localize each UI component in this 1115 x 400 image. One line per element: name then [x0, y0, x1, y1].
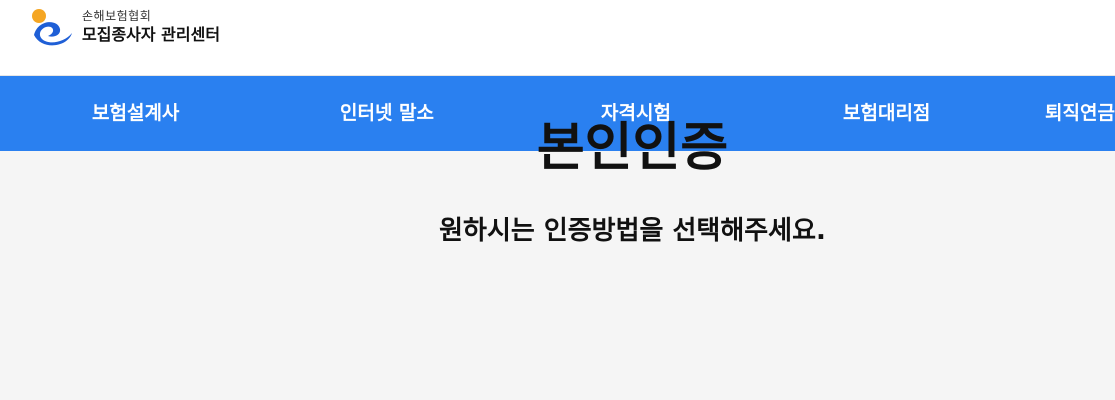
page-title: 본인인증: [536, 118, 729, 178]
logo-text: 손해보험협회 모집종사자 관리센터: [82, 8, 221, 44]
page-subtitle: 원하시는 인증방법을 선택해주세요.: [439, 216, 826, 246]
main-content: [0, 151, 1115, 400]
logo-center-name: 모집종사자 관리센터: [82, 24, 221, 44]
site-logo[interactable]: 손해보험협회 모집종사자 관리센터: [28, 4, 220, 50]
insurance-association-logo-icon: [32, 9, 72, 46]
site-header: 손해보험협회 모집종사자 관리센터: [0, 0, 1115, 76]
logo-org-name: 손해보험협회: [82, 8, 152, 23]
